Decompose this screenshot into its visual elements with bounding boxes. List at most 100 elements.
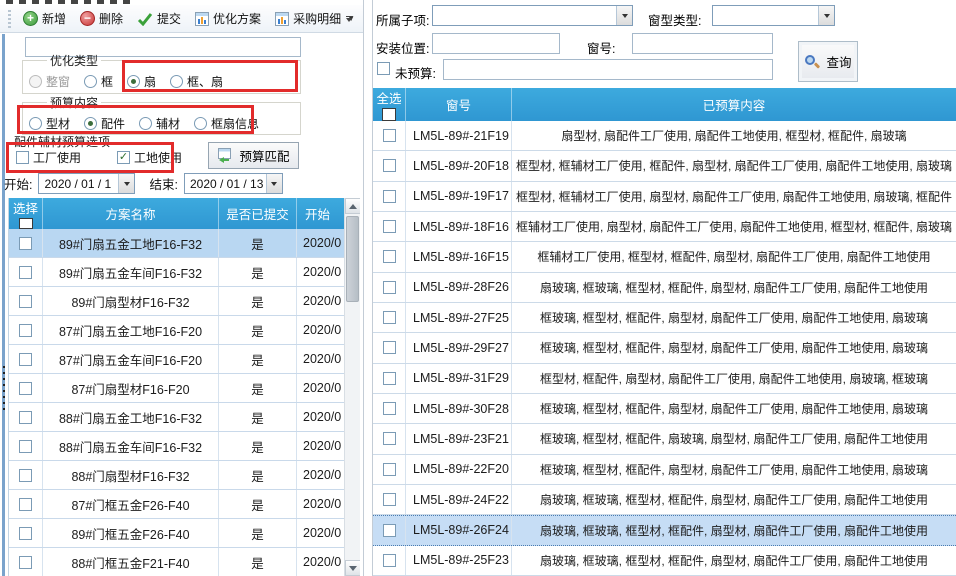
sub-item-select[interactable] <box>432 5 633 26</box>
row-checkbox[interactable] <box>383 493 396 506</box>
submitted-column-header[interactable]: 是否已提交 <box>219 198 297 229</box>
window-table-row[interactable]: LM5L-89#-23F21框玻璃, 框型材, 框配件, 扇玻璃, 扇型材, 扇… <box>373 424 956 454</box>
radio-icon[interactable] <box>170 75 183 88</box>
plan-name-column-header[interactable]: 方案名称 <box>43 198 219 229</box>
window-table-row[interactable]: LM5L-89#-18F16框辅材工厂使用, 扇型材, 扇配件工厂使用, 扇配件… <box>373 212 956 242</box>
radio-icon[interactable] <box>139 117 152 130</box>
row-checkbox[interactable] <box>383 554 396 567</box>
date-end-dropdown-button[interactable] <box>266 174 282 193</box>
usage-checkbox-option-1[interactable]: ✓工地使用 <box>117 149 182 166</box>
optimize-plan-button[interactable]: 优化方案 <box>190 7 266 30</box>
plan-table-row[interactable]: 89#门扇五金工地F16-F32是2020/0 <box>9 229 345 258</box>
plan-table-scrollbar[interactable] <box>344 198 360 576</box>
no-budget-input[interactable] <box>443 59 773 80</box>
checkbox-icon[interactable]: ✓ <box>117 151 130 164</box>
window-table-row[interactable]: LM5L-89#-24F22扇玻璃, 框玻璃, 框型材, 框配件, 扇型材, 扇… <box>373 485 956 515</box>
optimize-type-option-3[interactable]: 框、扇 <box>170 73 223 90</box>
row-checkbox[interactable] <box>383 159 396 172</box>
radio-icon[interactable] <box>194 117 207 130</box>
optimize-type-option-1[interactable]: 框 <box>84 73 113 90</box>
row-checkbox[interactable] <box>383 524 396 537</box>
window-type-select[interactable] <box>712 5 835 26</box>
window-type-dropdown-button[interactable] <box>818 6 834 25</box>
row-checkbox[interactable] <box>19 556 32 569</box>
window-table-row[interactable]: LM5L-89#-31F29框型材, 框配件, 扇型材, 扇配件工厂使用, 扇配… <box>373 364 956 394</box>
plan-table-row[interactable]: 89#门扇型材F16-F32是2020/0 <box>9 287 345 316</box>
add-button[interactable]: + 新增 <box>18 7 71 30</box>
plan-table-row[interactable]: 87#门扇型材F16-F20是2020/0 <box>9 374 345 403</box>
row-checkbox[interactable] <box>19 382 32 395</box>
row-checkbox[interactable] <box>19 266 32 279</box>
window-no-column-header[interactable]: 窗号 <box>406 88 512 121</box>
plan-table-row[interactable]: 89#门框五金F26-F40是2020/0 <box>9 519 345 548</box>
row-checkbox[interactable] <box>19 295 32 308</box>
plan-table-row[interactable]: 88#门扇五金车间F16-F32是2020/0 <box>9 432 345 461</box>
row-checkbox[interactable] <box>383 463 396 476</box>
row-checkbox[interactable] <box>19 324 32 337</box>
install-position-input[interactable] <box>432 33 560 54</box>
plan-table-row[interactable]: 88#门框五金F21-F40是2020/0 <box>9 548 345 576</box>
window-table-row[interactable]: LM5L-89#-27F25框玻璃, 框型材, 框配件, 扇型材, 扇配件工厂使… <box>373 303 956 333</box>
budget-content-option-3[interactable]: 框扇信息 <box>194 115 259 132</box>
row-checkbox[interactable] <box>19 469 32 482</box>
row-checkbox[interactable] <box>383 250 396 263</box>
date-start-picker[interactable]: 2020 / 01 / 1 <box>38 173 135 194</box>
row-checkbox[interactable] <box>383 281 396 294</box>
radio-icon[interactable] <box>127 75 140 88</box>
budget-content-option-2[interactable]: 辅材 <box>139 115 180 132</box>
window-table-row[interactable]: LM5L-89#-29F27框玻璃, 框型材, 框配件, 扇型材, 扇配件工厂使… <box>373 333 956 363</box>
row-checkbox[interactable] <box>383 402 396 415</box>
radio-icon[interactable] <box>84 75 97 88</box>
optimize-type-option-2[interactable]: 扇 <box>127 73 156 90</box>
window-table-row[interactable]: LM5L-89#-25F23扇玻璃, 框玻璃, 框型材, 框配件, 扇型材, 扇… <box>373 546 956 576</box>
row-checkbox[interactable] <box>383 432 396 445</box>
row-checkbox[interactable] <box>383 311 396 324</box>
scroll-down-button[interactable] <box>345 560 360 576</box>
row-checkbox[interactable] <box>19 411 32 424</box>
window-table-row[interactable]: LM5L-89#-16F15框辅材工厂使用, 框型材, 框配件, 扇型材, 扇配… <box>373 242 956 272</box>
budget-match-button[interactable]: 预算匹配 <box>208 142 299 169</box>
checkbox-icon[interactable] <box>16 151 29 164</box>
query-button[interactable]: 查询 <box>798 41 858 82</box>
window-table-row[interactable]: LM5L-89#-30F28框玻璃, 框型材, 框配件, 扇型材, 扇配件工厂使… <box>373 394 956 424</box>
window-table-row[interactable]: LM5L-89#-22F20框玻璃, 框型材, 框配件, 扇型材, 扇配件工厂使… <box>373 455 956 485</box>
date-start-dropdown-button[interactable] <box>118 174 134 193</box>
plan-table-row[interactable]: 87#门扇五金工地F16-F20是2020/0 <box>9 316 345 345</box>
row-checkbox[interactable] <box>383 129 396 142</box>
window-table-row[interactable]: LM5L-89#-19F17框型材, 框辅材工厂使用, 扇型材, 扇配件工厂使用… <box>373 182 956 212</box>
no-budget-checkbox[interactable] <box>377 62 390 75</box>
window-table-row[interactable]: LM5L-89#-28F26扇玻璃, 框玻璃, 框型材, 框配件, 扇型材, 扇… <box>373 273 956 303</box>
start-column-header[interactable]: 开始 <box>297 198 345 229</box>
window-table-row[interactable]: LM5L-89#-26F24扇玻璃, 框玻璃, 框型材, 框配件, 扇型材, 扇… <box>373 515 956 545</box>
date-end-picker[interactable]: 2020 / 01 / 13 <box>184 173 283 194</box>
row-checkbox[interactable] <box>383 341 396 354</box>
scroll-up-button[interactable] <box>345 198 360 214</box>
row-checkbox[interactable] <box>383 372 396 385</box>
select-all-checkbox[interactable] <box>19 218 33 229</box>
submit-button[interactable]: 提交 <box>132 7 186 30</box>
plan-table-row[interactable]: 89#门扇五金车间F16-F32是2020/0 <box>9 258 345 287</box>
toolbar-overflow-button[interactable] <box>341 9 357 29</box>
row-checkbox[interactable] <box>19 353 32 366</box>
usage-checkbox-option-0[interactable]: 工厂使用 <box>16 149 81 166</box>
row-checkbox[interactable] <box>19 527 32 540</box>
window-table-row[interactable]: LM5L-89#-21F19扇型材, 扇配件工厂使用, 扇配件工地使用, 框型材… <box>373 121 956 151</box>
select-all-checkbox[interactable] <box>382 108 396 121</box>
plan-table-row[interactable]: 87#门框五金F26-F40是2020/0 <box>9 490 345 519</box>
budgeted-content-column-header[interactable]: 已预算内容 <box>512 88 956 121</box>
budget-content-option-1[interactable]: 配件 <box>84 115 125 132</box>
radio-icon[interactable] <box>84 117 97 130</box>
delete-button[interactable]: − 删除 <box>75 7 128 30</box>
row-checkbox[interactable] <box>19 498 32 511</box>
radio-icon[interactable] <box>29 117 42 130</box>
splitter-grip[interactable] <box>0 366 7 412</box>
window-no-input[interactable] <box>632 33 773 54</box>
toolbar-grip-handle[interactable] <box>8 10 11 28</box>
row-checkbox[interactable] <box>19 237 32 250</box>
scrollbar-thumb[interactable] <box>346 216 359 302</box>
window-table-row[interactable]: LM5L-89#-20F18框型材, 框辅材工厂使用, 框配件, 扇型材, 扇配… <box>373 151 956 181</box>
row-checkbox[interactable] <box>19 440 32 453</box>
panel-splitter[interactable] <box>363 0 373 576</box>
plan-table-row[interactable]: 88#门扇型材F16-F32是2020/0 <box>9 461 345 490</box>
plan-table-row[interactable]: 87#门扇五金车间F16-F20是2020/0 <box>9 345 345 374</box>
